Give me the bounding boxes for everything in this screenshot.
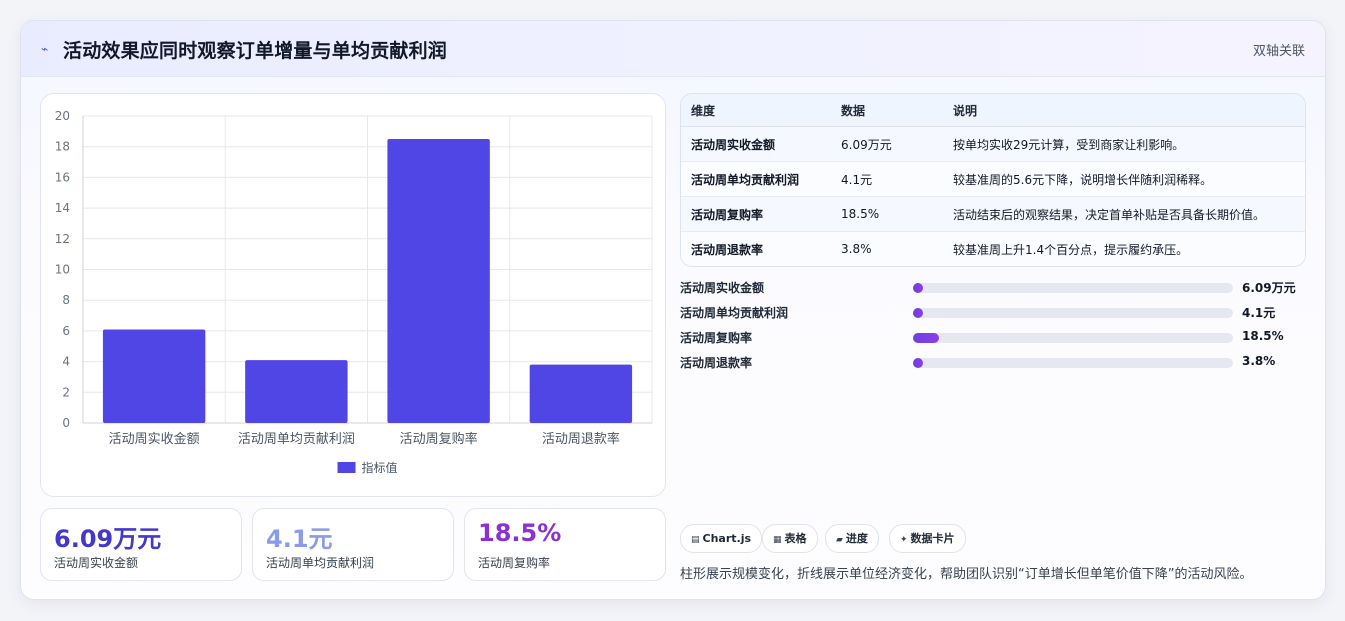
chip-label: Chart.js [702,532,752,545]
progress-row: 活动周实收金额 6.09万元 [680,277,1304,302]
progress-row: 活动周单均贡献利润 4.1元 [680,302,1304,327]
progress-value: 4.1元 [1242,306,1276,320]
table-row: 活动周实收金额 6.09万元 按单均实收29元计算，受到商家让利影响。 [681,126,1305,162]
bar [102,329,206,423]
page-title: 活动效果应同时观察订单增量与单均贡献利润 [63,40,448,62]
chip-label: 表格 [784,532,807,545]
y-tick-label: 16 [55,170,70,184]
cell-value: 4.1元 [831,161,943,197]
kpi-label: 活动周复购率 [478,556,551,570]
header-tag: 双轴关联 [1252,44,1305,59]
y-tick-label: 8 [62,293,70,307]
progress-value: 18.5% [1242,329,1284,343]
y-tick-label: 6 [62,324,70,338]
column-header: 说明 [943,94,1305,127]
cell-note: 活动结束后的观察结果，决定首单补贴是否具备长期价值。 [943,196,1305,232]
cell-dimension: 活动周复购率 [681,196,831,232]
progress-label: 活动周单均贡献利润 [680,306,789,320]
progress-label: 活动周退款率 [680,356,753,370]
y-tick-label: 12 [55,232,70,246]
metrics-table: 维度 数据 说明 活动周实收金额 6.09万元 按单均实收29元计算，受到商家让… [680,93,1306,267]
y-tick-label: 10 [55,263,70,277]
kpi-value: 4.1元 [266,525,333,553]
table-icon: ▦ [773,535,782,545]
progress-row: 活动周复购率 18.5% [680,327,1304,352]
progress-value: 6.09万元 [1242,281,1296,295]
y-tick-label: 0 [62,416,70,430]
table-row: 活动周复购率 18.5% 活动结束后的观察结果，决定首单补贴是否具备长期价值。 [681,196,1305,232]
cell-dimension: 活动周单均贡献利润 [681,161,831,197]
chip-label: 进度 [845,532,868,545]
bar-chart-svg: 0 2 4 6 8 10 12 14 16 18 20 活动周实收金额 活动周单均贡献利润 活动周复购率 活… [55,109,653,475]
chip-chartjs[interactable]: ▤ Chart.js [680,524,763,553]
cell-note: 较基准周上升1.4个百分点，提示履约承压。 [943,231,1305,266]
progress-label: 活动周复购率 [680,331,753,345]
y-tick-label: 2 [62,385,70,399]
kpi-card-profit: 4.1元 活动周单均贡献利润 [252,508,454,581]
legend-swatch [337,462,356,473]
cell-value: 6.09万元 [831,126,943,162]
bar [245,360,348,423]
chart-icon: ▤ [691,535,700,545]
progress-track [913,358,1233,368]
pulse-icon: ⌁ [41,42,49,56]
x-tick-label: 活动周复购率 [400,431,478,447]
cell-value: 18.5% [831,196,943,232]
progress-track [913,333,1233,343]
progress-fill [913,358,923,368]
progress-list: 活动周实收金额 6.09万元 活动周单均贡献利润 4.1元 活动周复购率 18.… [680,277,1304,377]
footnote: 柱形展示规模变化，折线展示单位经济变化，帮助团队识别“订单增长但单笔价值下降”的… [680,567,1253,582]
x-tick-label: 活动周单均贡献利润 [238,432,355,447]
bar [529,364,633,423]
bar-chart: 0 2 4 6 8 10 12 14 16 18 20 活动周实收金额 活动周单均贡献利润 活动周复购率 活… [40,93,666,497]
y-tick-label: 18 [55,140,70,154]
legend-label: 指标值 [362,460,398,475]
dashboard-card: ⌁ 活动效果应同时观察订单增量与单均贡献利润 双轴关联 0 2 4 6 8 10 12 14 1… [20,20,1326,600]
progress-value: 3.8% [1242,354,1276,368]
cell-note: 较基准周的5.6元下降，说明增长伴随利润稀释。 [943,161,1305,197]
column-header: 维度 [681,94,831,127]
card-header: ⌁ 活动效果应同时观察订单增量与单均贡献利润 双轴关联 [21,21,1325,77]
table-row: 活动周退款率 3.8% 较基准周上升1.4个百分点，提示履约承压。 [681,231,1305,266]
progress-icon: ▰ [836,535,843,545]
progress-fill [913,308,923,318]
progress-track [913,283,1233,293]
bar [387,139,490,423]
cell-dimension: 活动周实收金额 [681,126,831,162]
kpi-value: 6.09万元 [54,525,162,553]
progress-fill [913,333,939,343]
cell-note: 按单均实收29元计算，受到商家让利影响。 [943,126,1305,162]
cell-dimension: 活动周退款率 [681,231,831,266]
progress-track [913,308,1233,318]
kpi-value: 18.5% [478,519,562,547]
chip-label: 数据卡片 [910,532,955,545]
kpi-card-repurchase: 18.5% 活动周复购率 [464,508,666,581]
progress-fill [913,283,923,293]
chip-progress[interactable]: ▰ 进度 [825,524,879,553]
kpi-label: 活动周单均贡献利润 [266,556,375,570]
progress-row: 活动周退款率 3.8% [680,352,1304,377]
table-row: 活动周单均贡献利润 4.1元 较基准周的5.6元下降，说明增长伴随利润稀释。 [681,161,1305,197]
y-tick-label: 20 [55,109,70,123]
table-header-row: 维度 数据 说明 [681,94,1305,127]
kpi-label: 活动周实收金额 [54,556,139,570]
cell-value: 3.8% [831,231,943,266]
y-tick-label: 4 [62,355,70,369]
kpi-card-revenue: 6.09万元 活动周实收金额 [40,508,242,581]
chip-table[interactable]: ▦ 表格 [762,524,818,553]
y-tick-label: 14 [55,201,70,215]
chip-data-card[interactable]: ✦ 数据卡片 [889,524,966,553]
card-icon: ✦ [900,535,908,545]
column-header: 数据 [831,94,943,127]
x-tick-label: 活动周实收金额 [109,431,200,447]
x-tick-label: 活动周退款率 [542,431,620,447]
progress-label: 活动周实收金额 [680,281,765,295]
